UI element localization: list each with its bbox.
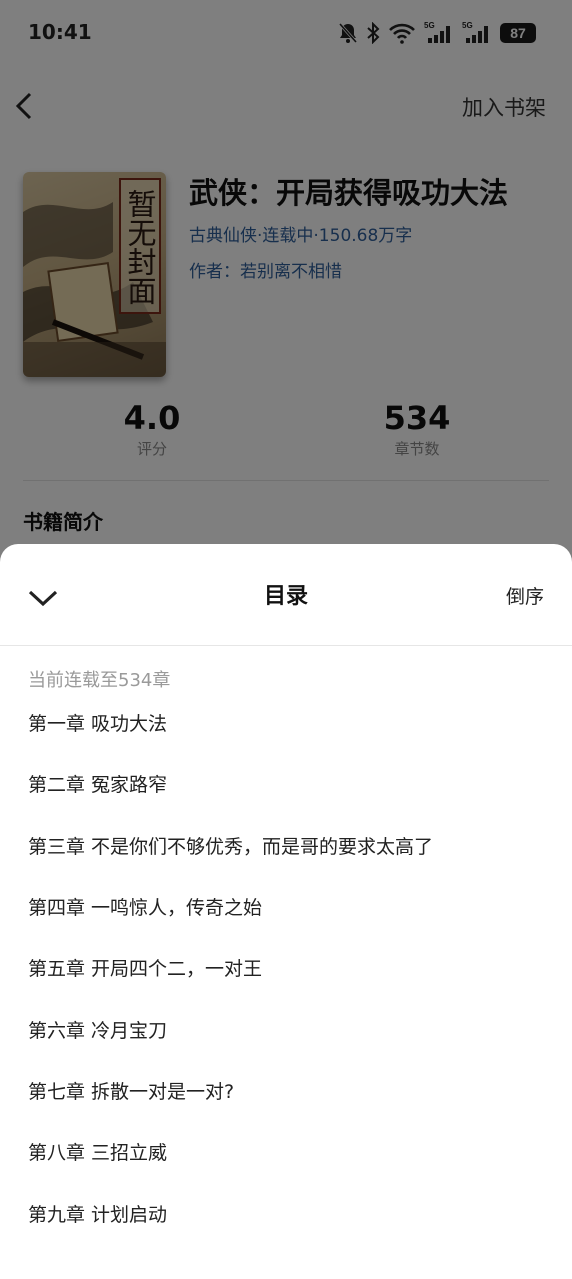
chapter-number: 第六章	[28, 1019, 86, 1042]
chapter-name: 冤家路窄	[91, 774, 168, 797]
chapter-number: 第三章	[28, 835, 86, 858]
chapter-name: 吸功大法	[91, 713, 168, 736]
catalog-sheet: 目录 倒序 当前连载至534章 第一章 吸功大法 第二章 冤家路窄 第三章 不是你们不…	[0, 544, 572, 1279]
chapter-item[interactable]: 第五章 开局四个二，一对王	[0, 937, 572, 998]
chapter-name: 计划启动	[91, 1203, 168, 1226]
catalog-header: 目录 倒序	[0, 544, 572, 646]
chapter-item[interactable]: 第六章 冷月宝刀	[0, 998, 572, 1059]
catalog-title: 目录	[263, 584, 308, 609]
chapter-item[interactable]: 第七章 拆散一对是一对?	[0, 1060, 572, 1121]
chapter-name: 拆散一对是一对?	[91, 1080, 235, 1103]
chapter-number: 第一章	[28, 713, 86, 736]
chapter-item[interactable]: 第二章 冤家路窄	[0, 753, 572, 814]
chapter-number: 第九章	[28, 1203, 86, 1226]
reverse-order-button[interactable]: 倒序	[506, 582, 544, 609]
chapter-item[interactable]: 第四章 一鸣惊人，传奇之始	[0, 876, 572, 937]
chapter-number: 第七章	[28, 1080, 86, 1103]
chapter-number: 第二章	[28, 774, 86, 797]
chapter-item[interactable]: 第三章 不是你们不够优秀，而是哥的要求太高了	[0, 815, 572, 876]
chapter-name: 不是你们不够优秀，而是哥的要求太高了	[91, 835, 434, 858]
chapter-number: 第五章	[28, 958, 86, 981]
chapter-name: 开局四个二，一对王	[91, 958, 263, 981]
chapter-list: 第一章 吸功大法 第二章 冤家路窄 第三章 不是你们不够优秀，而是哥的要求太高了 第四…	[0, 692, 572, 1244]
chapter-item[interactable]: 第八章 三招立威	[0, 1121, 572, 1182]
chapter-item[interactable]: 第一章 吸功大法	[0, 692, 572, 753]
chapter-number: 第四章	[28, 897, 86, 920]
chapter-number: 第八章	[28, 1142, 86, 1165]
chapter-item[interactable]: 第九章 计划启动	[0, 1182, 572, 1243]
chapter-name: 冷月宝刀	[91, 1019, 168, 1042]
serial-progress-note: 当前连载至534章	[28, 670, 171, 691]
chapter-name: 一鸣惊人，传奇之始	[91, 897, 263, 920]
chapter-name: 三招立威	[91, 1142, 168, 1165]
